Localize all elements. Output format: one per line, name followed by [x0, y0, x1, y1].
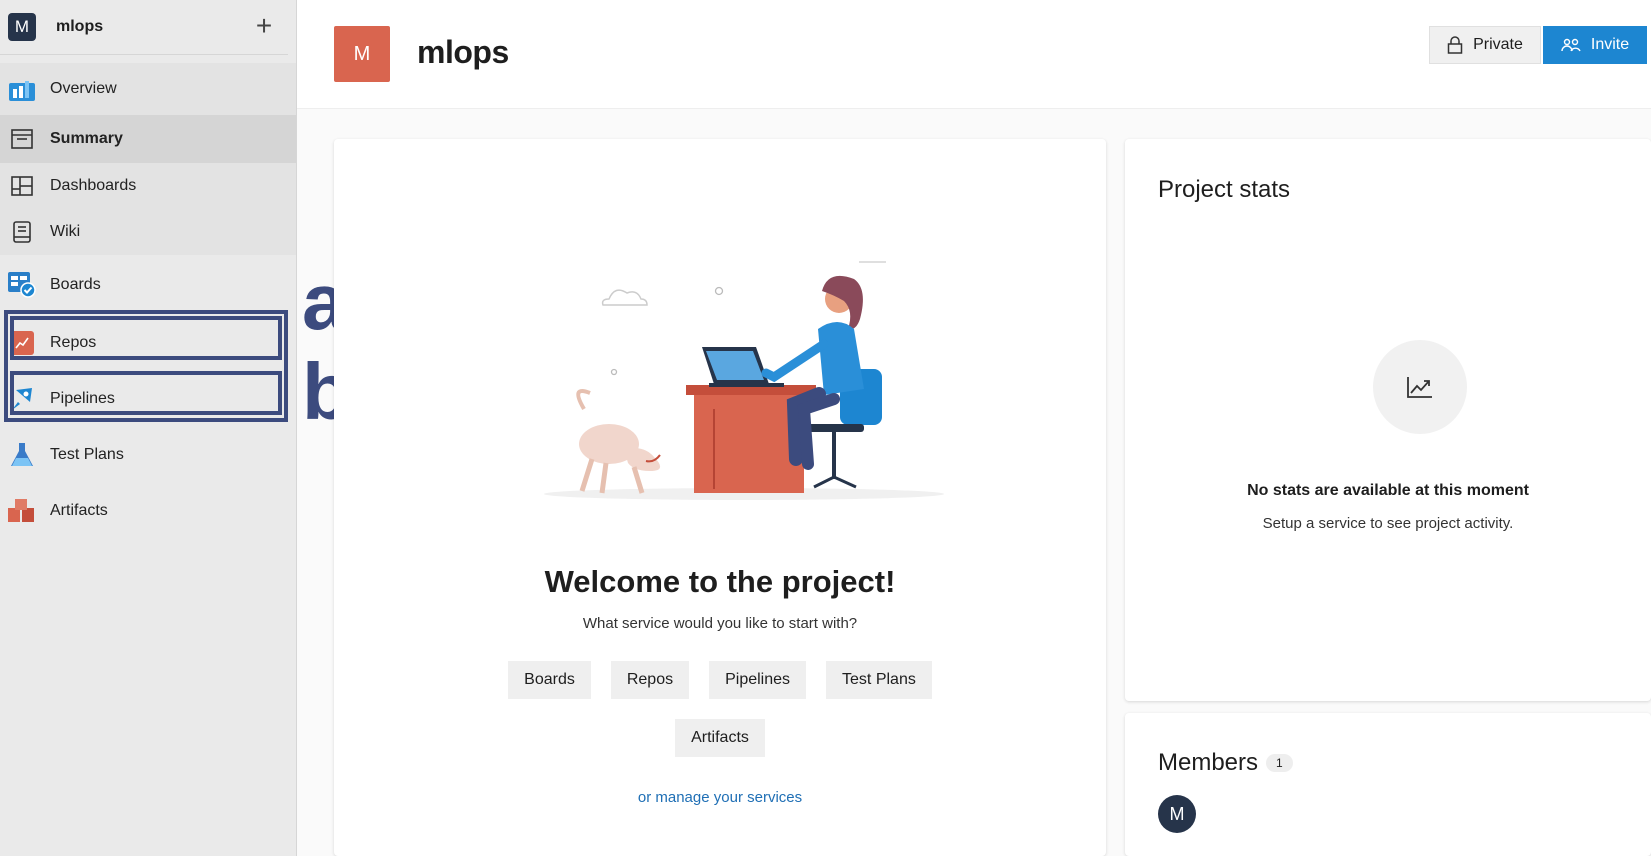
artifacts-icon — [8, 497, 36, 525]
welcome-illustration — [544, 261, 944, 500]
no-stats-subtitle: Setup a service to see project activity. — [1262, 515, 1514, 532]
wiki-icon — [8, 218, 36, 246]
sidebar-item-label: Boards — [50, 276, 101, 293]
service-artifacts-button[interactable]: Artifacts — [675, 719, 765, 757]
sidebar-item-label: Summary — [50, 130, 123, 147]
invite-label: Invite — [1590, 36, 1630, 53]
private-button[interactable]: Private — [1429, 26, 1541, 64]
dashboards-icon — [8, 172, 36, 200]
sidebar-item-test-plans[interactable]: Test Plans — [0, 427, 296, 483]
test-plans-icon — [8, 441, 36, 469]
add-icon[interactable]: + — [250, 10, 278, 41]
page-title: mlops — [417, 34, 509, 70]
private-label: Private — [1473, 36, 1523, 53]
manage-services-link[interactable]: or manage your services — [334, 789, 1106, 806]
members-title: Members — [1158, 749, 1259, 776]
summary-icon — [8, 125, 36, 153]
project-name[interactable]: mlops — [56, 18, 103, 36]
service-buttons-row: Boards Repos Pipelines Test Plans — [334, 661, 1106, 699]
sidebar-item-overview[interactable]: Overview — [0, 63, 296, 115]
nav-list: Overview Summary Dashboards Wiki Boards — [0, 63, 296, 539]
sidebar-item-label: Overview — [50, 80, 117, 97]
sidebar-item-label: Wiki — [50, 223, 81, 240]
boards-icon — [8, 271, 36, 299]
annotation-box-a — [10, 316, 282, 360]
sidebar-item-summary[interactable]: Summary — [0, 115, 296, 163]
service-test-plans-button[interactable]: Test Plans — [826, 661, 932, 699]
sidebar-item-boards[interactable]: Boards — [0, 255, 296, 315]
welcome-card: Welcome to the project! What service wou… — [334, 139, 1106, 856]
sidebar: M mlops + Overview Summary Dashboards Wi… — [0, 0, 297, 856]
members-card: Members 1 M — [1125, 713, 1651, 856]
service-repos-button[interactable]: Repos — [610, 661, 690, 699]
no-stats-title: No stats are available at this moment — [1247, 482, 1529, 499]
sidebar-item-label: Test Plans — [50, 446, 124, 463]
overview-icon — [8, 75, 36, 103]
sidebar-item-wiki[interactable]: Wiki — [0, 209, 296, 255]
lock-icon — [1447, 36, 1463, 54]
project-header[interactable]: M mlops + — [0, 0, 288, 55]
sidebar-item-label: Artifacts — [50, 502, 108, 519]
welcome-subtitle: What service would you like to start wit… — [582, 615, 858, 632]
service-buttons-row: Artifacts — [334, 719, 1106, 757]
sidebar-item-artifacts[interactable]: Artifacts — [0, 483, 296, 539]
sidebar-item-label: Dashboards — [50, 177, 137, 194]
project-avatar: M — [8, 13, 36, 41]
project-stats-card: Project stats No stats are available at … — [1125, 139, 1651, 701]
members-title-row: Members 1 — [1158, 749, 1293, 777]
invite-button[interactable]: Invite — [1543, 26, 1647, 64]
service-boards-button[interactable]: Boards — [508, 661, 591, 699]
annotation-box-b — [10, 371, 282, 415]
people-icon — [1561, 37, 1581, 53]
welcome-title: Welcome to the project! — [544, 564, 896, 599]
sidebar-item-dashboards[interactable]: Dashboards — [0, 163, 296, 209]
top-bar: M mlops Private Invite — [297, 0, 1651, 109]
member-avatar[interactable]: M — [1158, 795, 1196, 833]
project-stats-title: Project stats — [1158, 176, 1291, 203]
chart-trend-icon — [1373, 340, 1467, 434]
project-avatar-large: M — [334, 26, 390, 82]
service-pipelines-button[interactable]: Pipelines — [709, 661, 807, 699]
members-count-badge: 1 — [1266, 754, 1293, 772]
